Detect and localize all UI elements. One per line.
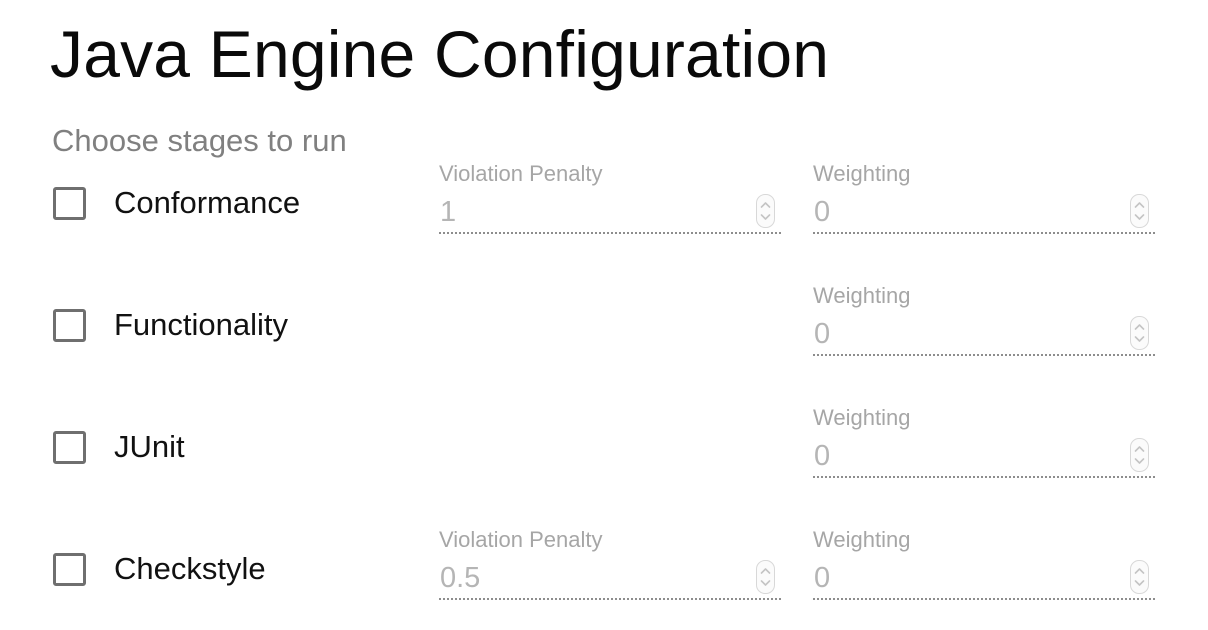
number-stepper[interactable] <box>1130 560 1149 594</box>
junit-weighting-input[interactable]: 0 <box>813 436 1155 478</box>
number-stepper[interactable] <box>1130 194 1149 228</box>
functionality-weighting-field: Weighting 0 <box>813 282 1155 362</box>
junit-label[interactable]: JUnit <box>114 428 185 466</box>
functionality-checkbox[interactable] <box>53 309 86 342</box>
stage-row-conformance: Conformance Violation Penalty 1 Weightin… <box>0 140 1208 262</box>
up-down-chevron-icon <box>1134 324 1145 342</box>
stage-row-functionality: Functionality Weighting 0 <box>0 262 1208 384</box>
checkstyle-checkbox[interactable] <box>53 553 86 586</box>
conformance-violation-penalty-input[interactable]: 1 <box>439 192 781 234</box>
up-down-chevron-icon <box>760 568 771 586</box>
junit-checkbox[interactable] <box>53 431 86 464</box>
functionality-label[interactable]: Functionality <box>114 306 288 344</box>
conformance-weighting-input[interactable]: 0 <box>813 192 1155 234</box>
up-down-chevron-icon <box>1134 202 1145 220</box>
field-value: 0 <box>814 440 831 472</box>
weighting-label: Weighting <box>813 161 911 186</box>
weighting-label: Weighting <box>813 405 911 430</box>
conformance-checkbox[interactable] <box>53 187 86 220</box>
conformance-violation-penalty-field: Violation Penalty 1 <box>439 160 781 240</box>
conformance-label[interactable]: Conformance <box>114 184 300 222</box>
checkstyle-weighting-field: Weighting 0 <box>813 526 1155 606</box>
checkstyle-violation-penalty-field: Violation Penalty 0.5 <box>439 526 781 606</box>
junit-weighting-field: Weighting 0 <box>813 404 1155 484</box>
up-down-chevron-icon <box>1134 446 1145 464</box>
weighting-label: Weighting <box>813 527 911 552</box>
checkstyle-label[interactable]: Checkstyle <box>114 550 266 588</box>
up-down-chevron-icon <box>760 202 771 220</box>
stage-row-checkstyle: Checkstyle Violation Penalty 0.5 Weighti… <box>0 506 1208 628</box>
page-title: Java Engine Configuration <box>50 17 830 91</box>
number-stepper[interactable] <box>756 560 775 594</box>
number-stepper[interactable] <box>1130 316 1149 350</box>
conformance-weighting-field: Weighting 0 <box>813 160 1155 240</box>
number-stepper[interactable] <box>756 194 775 228</box>
field-value: 0.5 <box>440 562 481 594</box>
functionality-weighting-input[interactable]: 0 <box>813 314 1155 356</box>
violation-penalty-label: Violation Penalty <box>439 161 603 186</box>
field-value: 0 <box>814 318 831 350</box>
weighting-label: Weighting <box>813 283 911 308</box>
checkstyle-weighting-input[interactable]: 0 <box>813 558 1155 600</box>
number-stepper[interactable] <box>1130 438 1149 472</box>
up-down-chevron-icon <box>1134 568 1145 586</box>
violation-penalty-label: Violation Penalty <box>439 527 603 552</box>
checkstyle-violation-penalty-input[interactable]: 0.5 <box>439 558 781 600</box>
field-value: 1 <box>440 196 457 228</box>
field-value: 0 <box>814 196 831 228</box>
stage-row-junit: JUnit Weighting 0 <box>0 384 1208 506</box>
field-value: 0 <box>814 562 831 594</box>
